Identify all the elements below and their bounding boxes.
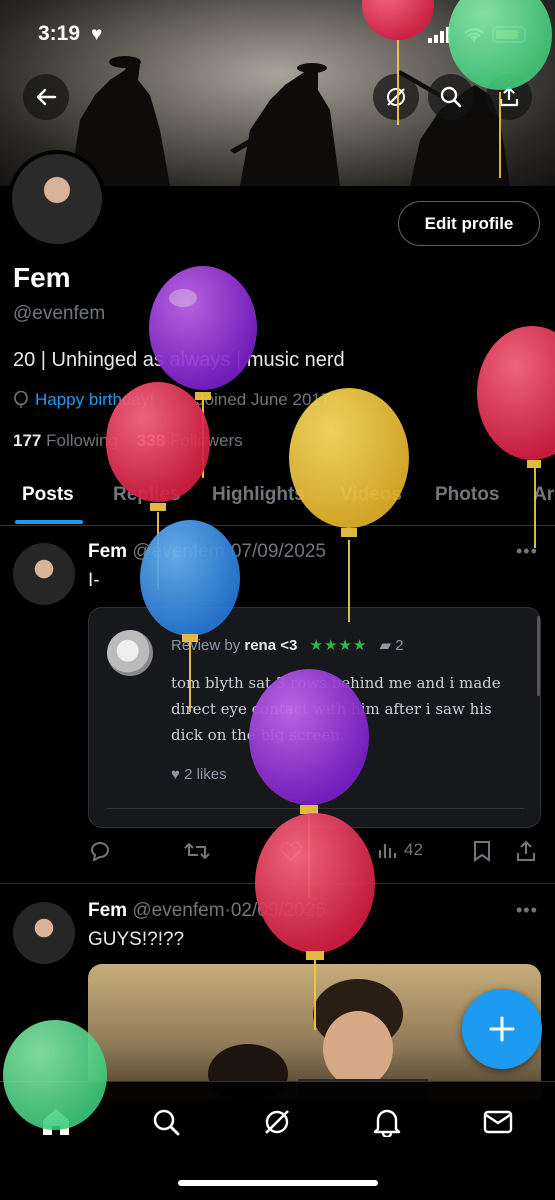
- post-avatar[interactable]: [13, 902, 75, 964]
- post-author-handle: @evenfem: [132, 900, 225, 921]
- post-author-name[interactable]: Fem: [88, 541, 127, 562]
- search-button[interactable]: [428, 74, 474, 120]
- nav-home[interactable]: [36, 1102, 76, 1142]
- nav-grok[interactable]: [257, 1102, 297, 1142]
- active-tab-indicator: [15, 520, 83, 524]
- tab-articles[interactable]: Ar: [533, 484, 554, 506]
- quoted-card[interactable]: Review by rena <3 ★★★★ ▰ 2 tom blyth sat…: [88, 607, 541, 828]
- rating-stars: ★★★★: [309, 637, 368, 654]
- home-indicator: [178, 1180, 378, 1186]
- compose-button[interactable]: [462, 989, 542, 1069]
- reviewer-name: rena <3: [244, 637, 298, 654]
- status-bar: 3:19 ♥: [0, 0, 555, 70]
- post-avatar[interactable]: [13, 543, 75, 605]
- post-text: I-: [88, 570, 100, 591]
- reply-icon: [90, 842, 109, 862]
- birthday-link[interactable]: Happy birthday!: [35, 390, 154, 410]
- share-icon: [499, 86, 519, 107]
- bell-icon: [373, 1109, 401, 1137]
- grok-icon: [387, 88, 405, 106]
- nav-search[interactable]: [146, 1102, 186, 1142]
- profile-bio: 20 | Unhinged as always | music nerd: [13, 349, 345, 371]
- search-icon: [440, 86, 462, 108]
- profile-meta: Happy birthday! Joined June 2017: [13, 390, 330, 410]
- share-button[interactable]: [486, 74, 532, 120]
- post-text: GUYS!?!??: [88, 929, 185, 950]
- post-author-name[interactable]: Fem: [88, 900, 127, 921]
- joined-date: Joined June 2017: [196, 390, 331, 409]
- tab-posts[interactable]: Posts: [22, 484, 74, 506]
- tab-videos[interactable]: Videos: [340, 484, 402, 506]
- card-scrollbar[interactable]: [537, 616, 540, 696]
- tab-highlights[interactable]: Highlights: [212, 484, 305, 506]
- post-header: Fem @evenfem·02/09/2025: [88, 900, 326, 921]
- views-icon: [378, 844, 397, 858]
- review-body: tom blyth sat 3 rows behind me and i mad…: [171, 674, 501, 744]
- more-icon[interactable]: •••: [516, 900, 538, 921]
- views-count: 42: [404, 840, 423, 859]
- share-icon: [517, 840, 535, 861]
- followers-count: 338: [136, 431, 166, 450]
- mail-icon: [483, 1110, 513, 1134]
- post-date: 07/09/2025: [230, 541, 326, 562]
- more-icon[interactable]: •••: [516, 541, 538, 562]
- home-icon: [43, 1109, 69, 1135]
- search-icon: [153, 1109, 180, 1136]
- bookmark-icon: [474, 841, 490, 862]
- review-likes-label: 2 likes: [184, 766, 227, 783]
- bookmark-button[interactable]: [472, 840, 492, 862]
- card-divider: [107, 808, 524, 809]
- follow-stats: 177 Following 338 Followers: [13, 431, 243, 451]
- share-post-button[interactable]: [515, 840, 537, 862]
- tab-replies[interactable]: Replies: [113, 484, 181, 506]
- following-link[interactable]: 177 Following: [13, 431, 118, 450]
- followers-link[interactable]: 338 Followers: [137, 431, 243, 450]
- status-time: 3:19: [38, 22, 81, 45]
- review-comment-count: 2: [395, 637, 404, 654]
- following-count: 177: [13, 431, 42, 450]
- balloon-icon: [14, 391, 28, 408]
- views-button[interactable]: 42: [378, 840, 423, 860]
- repost-button[interactable]: [184, 840, 210, 862]
- wifi-icon: [464, 28, 484, 42]
- grok-icon: [265, 1110, 289, 1134]
- repost-icon: [184, 842, 210, 860]
- back-button[interactable]: [23, 74, 69, 120]
- grok-button[interactable]: [373, 74, 419, 120]
- reply-button[interactable]: [88, 840, 112, 862]
- nav-messages[interactable]: [478, 1102, 518, 1142]
- edit-profile-button[interactable]: Edit profile: [398, 201, 540, 246]
- following-label: Following: [46, 431, 118, 450]
- profile-handle: @evenfem: [13, 303, 106, 324]
- battery-icon: [492, 26, 526, 43]
- comment-icon: ▰: [379, 637, 392, 654]
- post-header: Fem @evenfem·07/09/2025: [88, 541, 326, 562]
- tab-photos[interactable]: Photos: [435, 484, 499, 506]
- back-arrow-icon: [36, 88, 57, 106]
- post-author-handle: @evenfem: [132, 541, 225, 562]
- review-header: Review by rena <3 ★★★★ ▰ 2: [171, 636, 404, 654]
- nav-notifications[interactable]: [367, 1102, 407, 1142]
- review-likes: ♥ 2 likes: [171, 766, 227, 783]
- like-button[interactable]: [279, 840, 303, 862]
- heart-icon: ♥: [91, 24, 103, 45]
- profile-avatar[interactable]: [8, 150, 106, 248]
- profile-name: Fem: [13, 262, 71, 293]
- plus-icon: [489, 1016, 515, 1042]
- followers-label: Followers: [169, 431, 243, 450]
- profile-tabs: Posts Replies Highlights Videos Photos A…: [0, 470, 555, 526]
- review-prefix: Review by: [171, 637, 241, 654]
- reviewer-avatar: [107, 630, 153, 676]
- post-divider: [0, 883, 555, 884]
- like-icon: [280, 841, 302, 862]
- signal-icon: [428, 27, 450, 43]
- heart-icon: ♥: [171, 766, 180, 783]
- post-date: 02/09/2025: [230, 900, 326, 921]
